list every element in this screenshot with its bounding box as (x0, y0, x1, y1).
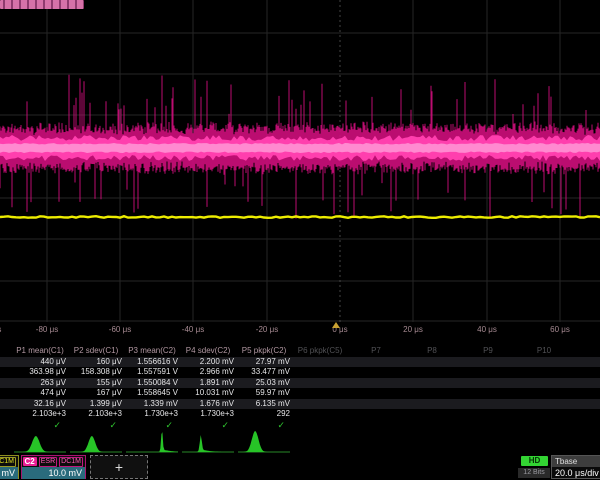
histicon-P3 (126, 432, 178, 452)
waveform-grid (0, 0, 600, 322)
tick-label: 40 μs (477, 325, 497, 334)
c2-scale-value: 10.0 mV (22, 467, 85, 479)
measure-value-P2: 158.308 μV (68, 367, 124, 377)
measure-value-P2: 155 μV (68, 378, 124, 388)
measure-table: P1 mean(C1)P2 sdev(C1)P3 mean(C2)P4 sdev… (0, 344, 600, 430)
measure-header-P3[interactable]: P3 mean(C2) (124, 346, 180, 356)
measure-value-P5: 27.97 mV (236, 357, 292, 367)
measure-value-P3: 1.556616 V (124, 357, 180, 367)
time-axis: -100 μs-80 μs-60 μs-40 μs-20 μs0 μs20 μs… (0, 322, 600, 338)
measure-header-P2[interactable]: P2 sdev(C1) (68, 346, 124, 356)
oscilloscope-screen: -100 μs-80 μs-60 μs-40 μs-20 μs0 μs20 μs… (0, 0, 600, 480)
measure-value-P3: 1.339 mV (124, 399, 180, 409)
measure-value-P3: 1.558645 V (124, 388, 180, 398)
histicons-row[interactable] (0, 429, 400, 455)
measure-value-P4: 1.730e+3 (180, 409, 236, 419)
measure-value-P3: 1.550084 V (124, 378, 180, 388)
measure-value-P3: 1.557591 V (124, 367, 180, 377)
histicon-P5 (238, 431, 290, 452)
measure-value-P4: 2.200 mV (180, 357, 236, 367)
tick-label: -20 μs (256, 325, 278, 334)
timebase-panel[interactable]: Tbase 20.0 μs/div (551, 455, 600, 479)
tick-label: 20 μs (403, 325, 423, 334)
measure-header-P4[interactable]: P4 sdev(C2) (180, 346, 236, 356)
measure-value-P5: 25.03 mV (236, 378, 292, 388)
measure-value-P1: 440 μV (12, 357, 68, 367)
channel1-descriptor[interactable]: DC1M 0 mV (0, 455, 19, 479)
top-left-badge (0, 0, 84, 9)
c2-esr-chip: ESR (39, 457, 57, 467)
timebase-value: 20.0 μs/div (552, 467, 600, 479)
measure-value-P5: 292 (236, 409, 292, 419)
measure-stats-row: 440 μV160 μV1.556616 V2.200 mV27.97 mV (0, 357, 600, 367)
plus-icon: + (115, 459, 123, 475)
measure-value-P4: 10.031 mV (180, 388, 236, 398)
measure-stats-row: 2.103e+32.103e+31.730e+31.730e+3292 (0, 409, 600, 419)
measure-header-P7[interactable]: P7 (348, 346, 404, 356)
histicon-P4 (182, 435, 234, 452)
tick-label: -40 μs (182, 325, 204, 334)
measure-value-P2: 160 μV (68, 357, 124, 367)
tick-label: -60 μs (109, 325, 131, 334)
c2-noise-trace (0, 75, 600, 219)
measure-header-P9[interactable]: P9 (460, 346, 516, 356)
measure-header-P1[interactable]: P1 mean(C1) (12, 346, 68, 356)
measure-stats-row: 363.98 μV158.308 μV1.557591 V2.966 mV33.… (0, 367, 600, 377)
measure-value-P2: 1.399 μV (68, 399, 124, 409)
histicon-P1 (14, 436, 66, 452)
measure-value-P1: 2.103e+3 (12, 409, 68, 419)
c1-trace (0, 216, 600, 218)
add-trace-button[interactable]: + (90, 455, 148, 479)
measure-value-P1: 263 μV (12, 378, 68, 388)
channel2-descriptor[interactable]: C2 ESR DC1M 10.0 mV (21, 455, 86, 479)
measure-header-P5[interactable]: P5 pkpk(C2) (236, 346, 292, 356)
c2-coupling-chip: DC1M (59, 457, 83, 467)
measure-value-P2: 167 μV (68, 388, 124, 398)
measure-value-P1: 32.16 μV (12, 399, 68, 409)
measure-value-P5: 33.477 mV (236, 367, 292, 377)
measure-value-P3: 1.730e+3 (124, 409, 180, 419)
c1-scale-value: 0 mV (0, 467, 18, 479)
measure-value-P5: 59.97 mV (236, 388, 292, 398)
measure-header-P10[interactable]: P10 (516, 346, 572, 356)
measure-value-P4: 2.966 mV (180, 367, 236, 377)
measure-stats-row: 474 μV167 μV1.558645 V10.031 mV59.97 mV (0, 388, 600, 398)
c2-label-badge: C2 (23, 457, 37, 466)
measure-value-P4: 1.676 mV (180, 399, 236, 409)
timebase-title: Tbase (552, 456, 600, 467)
tick-label: -80 μs (36, 325, 58, 334)
histicon-P2 (70, 436, 122, 452)
measure-header-P8[interactable]: P8 (404, 346, 460, 356)
c1-coupling-chip: DC1M (0, 457, 16, 467)
measure-value-P1: 474 μV (12, 388, 68, 398)
measure-header-P6[interactable]: P6 pkpk(C5) (292, 346, 348, 356)
measure-stats-row: 32.16 μV1.399 μV1.339 mV1.676 mV6.135 mV (0, 399, 600, 409)
tick-label: 60 μs (550, 325, 570, 334)
tick-label: -100 μs (0, 325, 1, 334)
measure-value-P4: 1.891 mV (180, 378, 236, 388)
measure-stats-row: 263 μV155 μV1.550084 V1.891 mV25.03 mV (0, 378, 600, 388)
trigger-time-marker (332, 322, 340, 328)
measure-value-P1: 363.98 μV (12, 367, 68, 377)
bit-depth-label: 12 Bits (518, 468, 550, 478)
measure-value-P5: 6.135 mV (236, 399, 292, 409)
hd-mode-badge: HD (521, 456, 548, 466)
measure-value-P2: 2.103e+3 (68, 409, 124, 419)
